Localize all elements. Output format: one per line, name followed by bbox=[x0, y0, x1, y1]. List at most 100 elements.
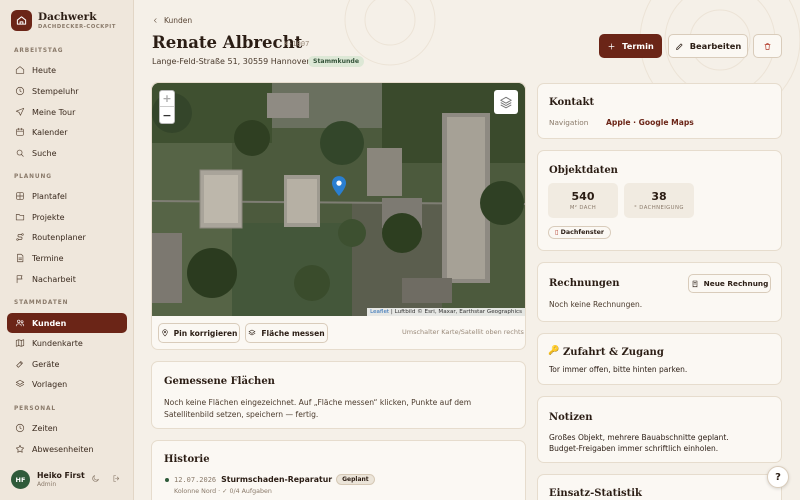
sidebar-item-routenplaner[interactable]: Routenplaner bbox=[7, 227, 127, 247]
areas-title: Gemessene Flächen bbox=[164, 376, 275, 387]
sidebar-item-zeiten[interactable]: Zeiten bbox=[7, 418, 127, 438]
measure-area-button[interactable]: Fläche messen bbox=[245, 323, 328, 343]
sidebar-item-label: Suche bbox=[32, 148, 57, 158]
new-invoice-button[interactable]: Neue Rechnung bbox=[688, 274, 771, 293]
help-button[interactable]: ? bbox=[767, 466, 789, 488]
add-termin-button[interactable]: Termin bbox=[599, 34, 662, 58]
invoices-title: Rechnungen bbox=[549, 278, 620, 289]
sidebar-item-label: Projekte bbox=[32, 212, 65, 222]
roof-pitch-stat: 38 ° DACHNEIGUNG bbox=[624, 183, 694, 218]
sidebar-item-label: Meine Tour bbox=[32, 107, 76, 117]
invoices-card: Rechnungen Neue Rechnung Noch keine Rech… bbox=[537, 262, 782, 322]
sidebar-item-vorlagen[interactable]: Vorlagen bbox=[7, 374, 127, 394]
sidebar-item-label: Zeiten bbox=[32, 423, 58, 433]
leaflet-link[interactable]: Leaflet bbox=[370, 309, 389, 315]
sidebar-item-kalender[interactable]: Kalender bbox=[7, 122, 127, 142]
sidebar-item-suche[interactable]: Suche bbox=[7, 143, 127, 163]
section-personal: PERSONAL bbox=[14, 406, 57, 412]
satellite-map[interactable]: + − Leaflet | Luftbild © Esri, Maxar, Ea… bbox=[152, 83, 525, 316]
hammer-icon bbox=[16, 361, 23, 368]
sidebar-item-projekte[interactable]: Projekte bbox=[7, 207, 127, 227]
sidebar-item-label: Termine bbox=[32, 253, 64, 263]
breadcrumb[interactable]: Kunden bbox=[152, 16, 192, 25]
stats-title: Einsatz-Statistik bbox=[549, 488, 642, 499]
key-icon: 🔑 bbox=[548, 346, 560, 356]
history-meta: Kolonne Nord · ✓ 0/4 Aufgaben bbox=[174, 488, 272, 495]
clock-icon bbox=[15, 423, 25, 433]
notes-line-2: Budget-Freigaben immer schriftlich einho… bbox=[549, 444, 719, 453]
clock-icon bbox=[15, 86, 25, 96]
edit-button[interactable]: Bearbeiten bbox=[668, 34, 748, 58]
sidebar-item-termine[interactable]: Termine bbox=[7, 248, 127, 268]
history-date: 12.07.2026 bbox=[174, 475, 217, 484]
zoom-control: + − bbox=[159, 90, 175, 124]
breadcrumb-kunden[interactable]: Kunden bbox=[164, 16, 192, 25]
sidebar-item-kunden[interactable]: Kunden bbox=[7, 313, 127, 333]
layers-icon bbox=[500, 96, 512, 109]
layers-icon bbox=[249, 329, 256, 336]
navigation-label: Navigation bbox=[549, 118, 589, 127]
invoices-empty: Noch keine Rechnungen. bbox=[549, 300, 643, 309]
sidebar-item-label: Kalender bbox=[32, 127, 68, 137]
send-icon bbox=[15, 107, 25, 116]
sidebar-item-kundenkarte[interactable]: Kundenkarte bbox=[7, 333, 127, 353]
sidebar-item-label: Routenplaner bbox=[32, 232, 86, 242]
brand[interactable]: Dachwerk DACHDECKER-COCKPIT bbox=[11, 10, 116, 31]
sidebar-item-plantafel[interactable]: Plantafel bbox=[7, 186, 127, 206]
roof-pitch-value: 38 bbox=[651, 190, 667, 203]
history-status-badge: Geplant bbox=[336, 474, 375, 485]
stats-card: Einsatz-Statistik bbox=[537, 474, 782, 500]
sidebar-item-label: Abwesenheiten bbox=[32, 444, 94, 454]
sidebar-item-meine-tour[interactable]: Meine Tour bbox=[7, 102, 127, 122]
search-icon bbox=[16, 149, 24, 157]
zoom-in-button[interactable]: + bbox=[160, 91, 174, 107]
zoom-out-button[interactable]: − bbox=[160, 107, 174, 123]
notes-title: Notizen bbox=[549, 412, 593, 423]
map-pin-icon bbox=[161, 329, 168, 337]
map-attribution: Leaflet | Luftbild © Esri, Maxar, Earths… bbox=[367, 308, 525, 316]
folder-icon bbox=[15, 214, 25, 221]
brand-title: Dachwerk bbox=[38, 10, 97, 23]
access-text: Tor immer offen, bitte hinten parken. bbox=[549, 365, 688, 374]
sidebar-item-heute[interactable]: Heute bbox=[7, 60, 127, 80]
areas-text: Noch keine Flächen eingezeichnet. Auf „F… bbox=[164, 398, 472, 419]
layers-icon bbox=[15, 379, 25, 387]
user-role: Admin bbox=[37, 481, 57, 488]
section-stammdaten: STAMMDATEN bbox=[14, 300, 69, 306]
receipt-icon bbox=[692, 280, 697, 287]
sidebar-item-label: Kunden bbox=[32, 318, 67, 328]
sidebar-item-label: Vorlagen bbox=[32, 379, 68, 389]
sidebar-item-geraete[interactable]: Geräte bbox=[7, 354, 127, 374]
measure-area-label: Fläche messen bbox=[261, 328, 325, 338]
moon-icon[interactable] bbox=[91, 474, 100, 483]
avatar: HF bbox=[11, 470, 30, 489]
roof-area-label: M² DACH bbox=[569, 205, 597, 211]
access-title: Zufahrt & Zugang bbox=[563, 347, 664, 358]
sidebar-item-nacharbeit[interactable]: Nacharbeit bbox=[7, 269, 127, 289]
areas-card: Gemessene Flächen Noch keine Flächen ein… bbox=[151, 361, 526, 429]
users-icon bbox=[15, 319, 25, 327]
sidebar: Dachwerk DACHDECKER-COCKPIT ARBEITSTAG H… bbox=[0, 0, 134, 500]
logout-icon[interactable] bbox=[112, 474, 121, 483]
satellite-image bbox=[152, 83, 525, 316]
new-invoice-label: Neue Rechnung bbox=[703, 279, 769, 288]
user-profile[interactable]: HF Heiko First Admin bbox=[11, 470, 127, 489]
route-icon bbox=[16, 233, 24, 241]
sidebar-item-label: Nacharbeit bbox=[32, 274, 76, 284]
house-logo-icon bbox=[11, 10, 32, 31]
location-pin-icon[interactable] bbox=[332, 176, 346, 196]
layer-switcher-button[interactable] bbox=[494, 90, 518, 114]
chip-label: Dachfenster bbox=[560, 229, 604, 236]
history-entry[interactable]: 12.07.2026 Sturmschaden-Reparatur Geplan… bbox=[174, 474, 375, 485]
navigation-links[interactable]: Apple · Google Maps bbox=[606, 118, 694, 127]
pin-correct-button[interactable]: Pin korrigieren bbox=[158, 323, 240, 343]
sidebar-item-stempeluhr[interactable]: Stempeluhr bbox=[7, 81, 127, 101]
status-badge: Stammkunde bbox=[308, 56, 365, 67]
delete-button[interactable] bbox=[753, 34, 782, 58]
history-title: Historie bbox=[164, 454, 210, 465]
roof-area-value: 540 bbox=[571, 190, 595, 203]
contact-title: Kontakt bbox=[549, 97, 595, 108]
sidebar-item-abwesenheiten[interactable]: Abwesenheiten bbox=[7, 439, 127, 459]
brand-subtitle: DACHDECKER-COCKPIT bbox=[38, 23, 116, 30]
sidebar-item-label: Stempeluhr bbox=[32, 86, 79, 96]
